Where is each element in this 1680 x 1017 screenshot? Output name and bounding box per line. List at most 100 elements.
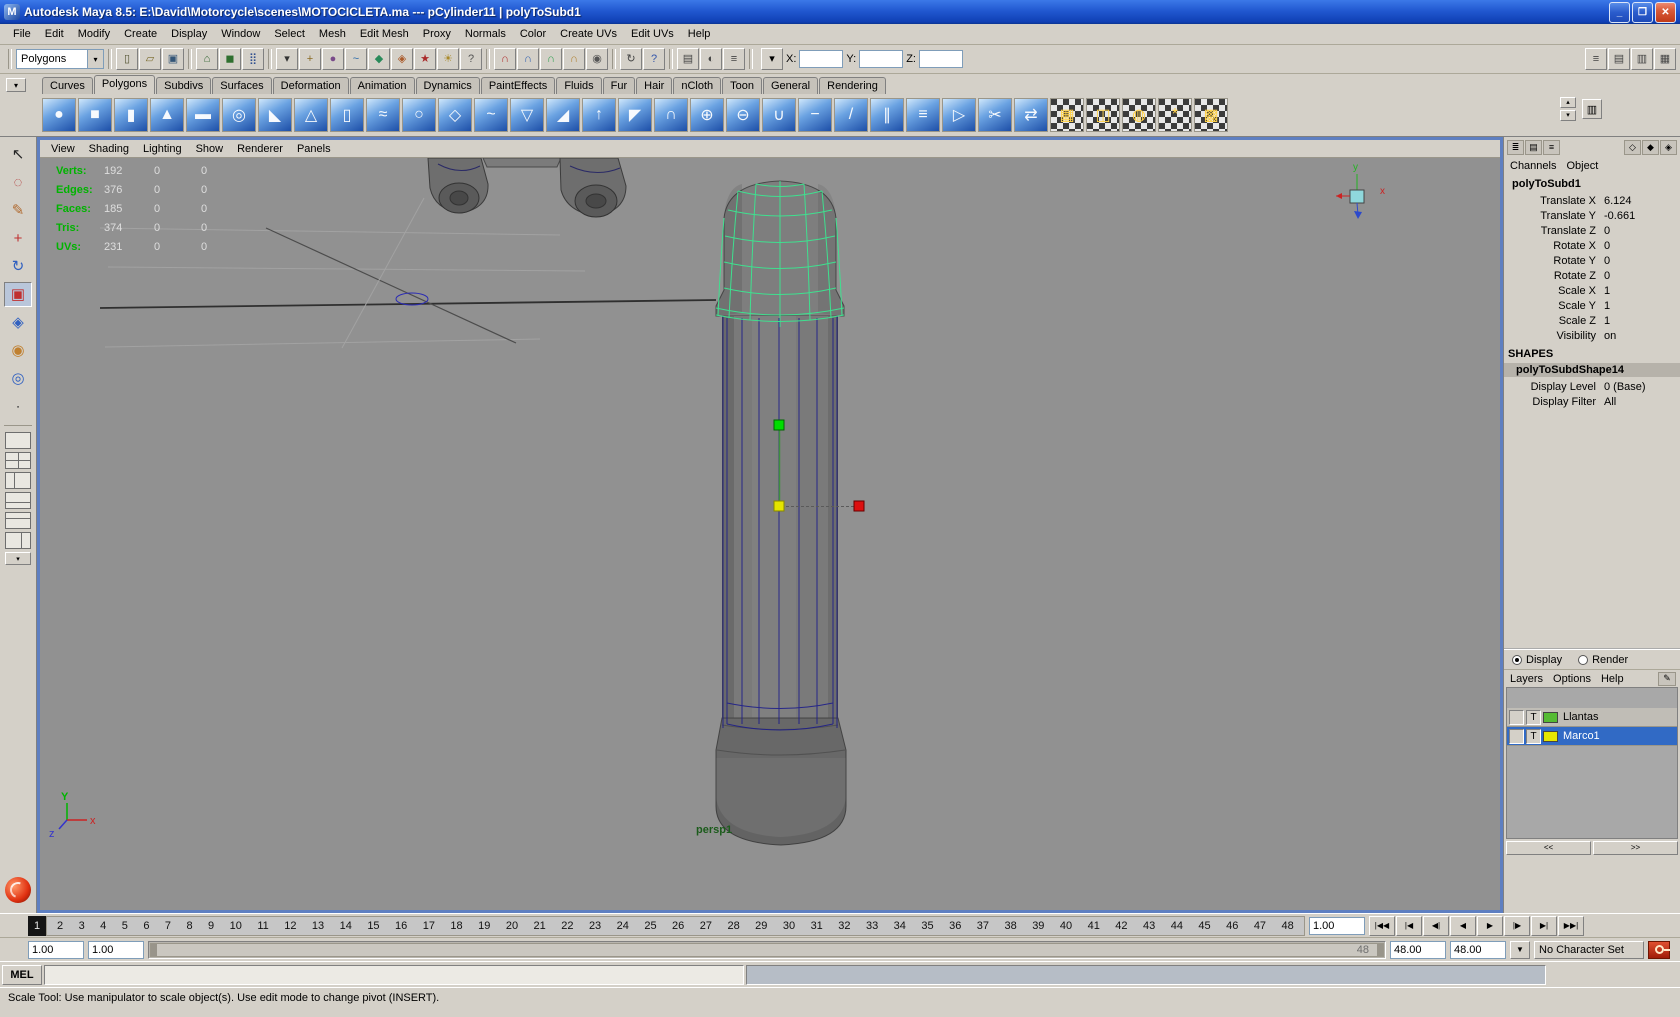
animation-start-field[interactable]	[28, 940, 84, 959]
attribute-value[interactable]: 0	[1602, 270, 1680, 282]
select-misc-mask-icon[interactable]: ?	[460, 48, 482, 70]
go-to-end-button[interactable]: ▶▶|	[1558, 915, 1584, 936]
minimize-button[interactable]: _	[1609, 1, 1630, 23]
command-line-input[interactable]	[44, 964, 744, 985]
poly-platonic-solid-icon[interactable]: ◇	[438, 98, 472, 132]
attribute-value[interactable]: 1	[1602, 300, 1680, 312]
menu-item[interactable]: Color	[513, 26, 553, 42]
select-handles-mask-icon[interactable]: +	[299, 48, 321, 70]
layer-pager-prev-button[interactable]: <<	[1506, 841, 1591, 855]
select-rendering-mask-icon[interactable]: ☀	[437, 48, 459, 70]
four-view-layout-button[interactable]	[5, 452, 31, 469]
shelf-tab[interactable]: Hair	[636, 77, 673, 94]
tool-settings-toggle-icon[interactable]: ▥	[1631, 48, 1653, 70]
render-layers-radio[interactable]: Render	[1578, 654, 1628, 666]
layer-paint-icon[interactable]: ✎	[1658, 671, 1676, 686]
menu-item[interactable]: Display	[164, 26, 214, 42]
persp-graph-layout-button[interactable]	[5, 492, 31, 509]
boolean-union-icon[interactable]: ∪	[762, 98, 796, 132]
select-dynamics-mask-icon[interactable]: ★	[414, 48, 436, 70]
planar-mapping-icon[interactable]: ▦	[1050, 98, 1084, 132]
uv-texture-editor-icon[interactable]: ▩	[1194, 98, 1228, 132]
channel-attribute-row[interactable]: Display Level 0 (Base)	[1504, 379, 1680, 394]
ipr-render-icon[interactable]: ◐	[700, 48, 722, 70]
status-group-grip[interactable]	[612, 49, 616, 69]
snap-to-grids-icon[interactable]: ∩	[494, 48, 516, 70]
shelf-tab[interactable]: Deformation	[272, 77, 349, 94]
display-layers-radio[interactable]: Display	[1512, 654, 1562, 666]
attribute-value[interactable]: 0	[1602, 225, 1680, 237]
poly-cylinder-icon[interactable]: ▮	[114, 98, 148, 132]
viewport-canvas[interactable]: Y x z y x Verts: 192 0 0 Edges: 376 0 0 …	[40, 158, 1500, 910]
input-field-mode-button[interactable]: ▾	[761, 48, 783, 70]
last-tool-used[interactable]: ∙	[4, 394, 32, 419]
z-coordinate-input[interactable]	[918, 50, 963, 68]
poly-soccer-ball-icon[interactable]: ○	[402, 98, 436, 132]
animation-end-field[interactable]	[1450, 940, 1506, 959]
menu-item[interactable]: Create UVs	[553, 26, 624, 42]
panel-menu-item[interactable]: Lighting	[136, 142, 189, 156]
panel-menu-item[interactable]: Renderer	[230, 142, 290, 156]
menu-item[interactable]: Edit UVs	[624, 26, 681, 42]
mirror-geometry-icon[interactable]: ⇄	[1014, 98, 1048, 132]
layer-color-swatch[interactable]	[1543, 711, 1558, 723]
shelf-editor-button[interactable]: ▥	[1582, 99, 1602, 119]
layer-editor-menu[interactable]: Options	[1551, 672, 1597, 686]
shelf-scroll-down-button[interactable]: ▾	[1560, 110, 1576, 121]
playback-end-field[interactable]	[1390, 940, 1446, 959]
layer-pager-next-button[interactable]: >>	[1593, 841, 1678, 855]
shelf-tab[interactable]: Fur	[602, 77, 636, 94]
menu-item[interactable]: Help	[681, 26, 718, 42]
shelf-tab[interactable]: nCloth	[673, 77, 722, 94]
shelf-tab[interactable]: Curves	[42, 77, 93, 94]
playback-start-field[interactable]	[88, 940, 144, 959]
time-slider-track[interactable]: 2 3 4 5 6 7 8 9 10 11 12 13 14 15 16 17 18 19 20 21 22 23 24 25…	[46, 915, 1305, 936]
panel-menu-item[interactable]: Panels	[290, 142, 338, 156]
step-forward-key-button[interactable]: |▶	[1504, 915, 1530, 936]
single-perspective-layout-button[interactable]	[5, 432, 31, 449]
cut-faces-tool-icon[interactable]: ✂	[978, 98, 1012, 132]
new-scene-icon[interactable]: ▯	[116, 48, 138, 70]
step-back-key-button[interactable]: ◀|	[1423, 915, 1449, 936]
select-joints-mask-icon[interactable]: ●	[322, 48, 344, 70]
layer-color-swatch[interactable]	[1543, 730, 1558, 742]
layer-row[interactable]: T Marco1	[1507, 727, 1677, 746]
poly-helix-icon[interactable]: ≈	[366, 98, 400, 132]
show-hide-ui-elements-icon[interactable]: ≡	[1585, 48, 1607, 70]
insert-edge-loop-tool-icon[interactable]: ∥	[870, 98, 904, 132]
panel-menu-item[interactable]: View	[44, 142, 82, 156]
select-surfaces-mask-icon[interactable]: ◆	[368, 48, 390, 70]
shelf-tab[interactable]: Rendering	[819, 77, 886, 94]
shelf-tab[interactable]: Fluids	[556, 77, 602, 94]
menu-item[interactable]: Modify	[71, 26, 117, 42]
show-manipulator-tool[interactable]: ◎	[4, 366, 32, 391]
auto-keyframe-toggle[interactable]	[1648, 940, 1670, 959]
layer-visibility-toggle[interactable]	[1509, 709, 1524, 725]
shelf-tab[interactable]: General	[762, 77, 819, 94]
channel-box-menu[interactable]: Object	[1564, 159, 1604, 173]
channel-attribute-row[interactable]: Translate Z 0	[1504, 223, 1680, 238]
select-by-object-icon[interactable]: ◼	[219, 48, 241, 70]
layer-type-toggle[interactable]: T	[1526, 709, 1541, 725]
append-to-polygon-tool-icon[interactable]: ▷	[942, 98, 976, 132]
poly-bridge-icon[interactable]: ∩	[654, 98, 688, 132]
layer-editor-menu[interactable]: Help	[1599, 672, 1630, 686]
spherical-mapping-icon[interactable]: ◍	[1122, 98, 1156, 132]
menu-item[interactable]: Select	[267, 26, 312, 42]
persp-relationship-layout-button[interactable]	[5, 532, 31, 549]
title-bar[interactable]: M Autodesk Maya 8.5: E:\David\Motorcycle…	[0, 0, 1680, 24]
shelf-tab[interactable]: Animation	[349, 77, 415, 94]
layer-row[interactable]: T Llantas	[1507, 708, 1677, 727]
character-set-menu-button[interactable]: ▼	[1510, 940, 1530, 959]
channel-attribute-row[interactable]: Scale Y 1	[1504, 298, 1680, 313]
poly-pipe-icon[interactable]: ▯	[330, 98, 364, 132]
node-name[interactable]: polyToSubd1	[1504, 176, 1680, 193]
shelf-tab[interactable]: Surfaces	[212, 77, 272, 94]
lasso-select-tool[interactable]: ◌	[4, 170, 32, 195]
channel-attribute-row[interactable]: Display Filter All	[1504, 394, 1680, 409]
select-deformations-mask-icon[interactable]: ◈	[391, 48, 413, 70]
command-line-language-toggle[interactable]: MEL	[2, 964, 42, 985]
shelf-tabs-menu-button[interactable]: ▾	[6, 78, 26, 92]
attribute-value[interactable]: 0	[1602, 240, 1680, 252]
poly-torus-icon[interactable]: ◎	[222, 98, 256, 132]
